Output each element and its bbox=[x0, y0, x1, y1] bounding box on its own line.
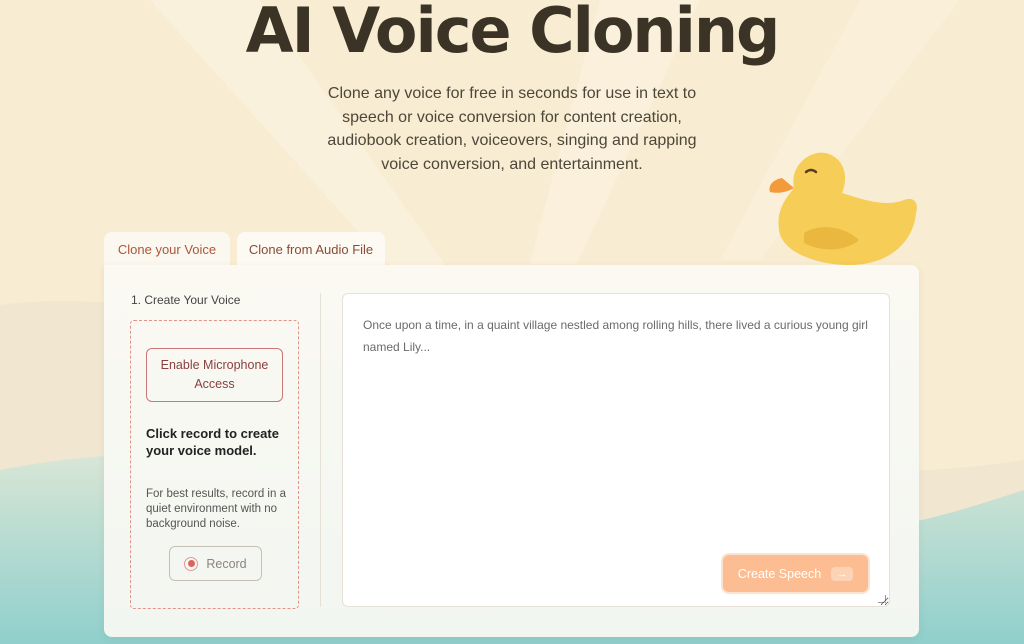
page-subtitle: Clone any voice for free in seconds for … bbox=[327, 85, 697, 173]
voice-clone-panel: 1. Create Your Voice Enable Microphone A… bbox=[104, 265, 919, 637]
enable-microphone-button[interactable]: Enable Microphone Access bbox=[146, 348, 283, 402]
duck-icon bbox=[764, 148, 924, 272]
record-dot-icon bbox=[184, 556, 199, 571]
recorder-box: Enable Microphone Access Click record to… bbox=[130, 320, 299, 609]
create-speech-label: Create Speech bbox=[737, 566, 822, 581]
record-button[interactable]: Record bbox=[169, 546, 262, 581]
speech-text-placeholder: Once upon a time, in a quaint village ne… bbox=[363, 318, 868, 354]
page-title: AI Voice Cloning bbox=[245, 0, 781, 67]
record-instructions-heading: Click record to create your voice model. bbox=[146, 426, 279, 458]
arrow-right-icon: → bbox=[831, 566, 854, 581]
step-label: 1. Create Your Voice bbox=[131, 293, 241, 307]
tab-clone-your-voice[interactable]: Clone your Voice bbox=[104, 232, 230, 266]
divider bbox=[320, 293, 321, 607]
resize-handle-icon[interactable] bbox=[878, 595, 886, 603]
record-tip: For best results, record in a quiet envi… bbox=[146, 488, 286, 530]
record-button-label: Record bbox=[206, 556, 247, 571]
tab-clone-from-audio-file[interactable]: Clone from Audio File bbox=[237, 232, 385, 266]
speech-text-input[interactable]: Once upon a time, in a quaint village ne… bbox=[342, 293, 890, 607]
create-speech-button[interactable]: Create Speech → bbox=[723, 555, 868, 592]
